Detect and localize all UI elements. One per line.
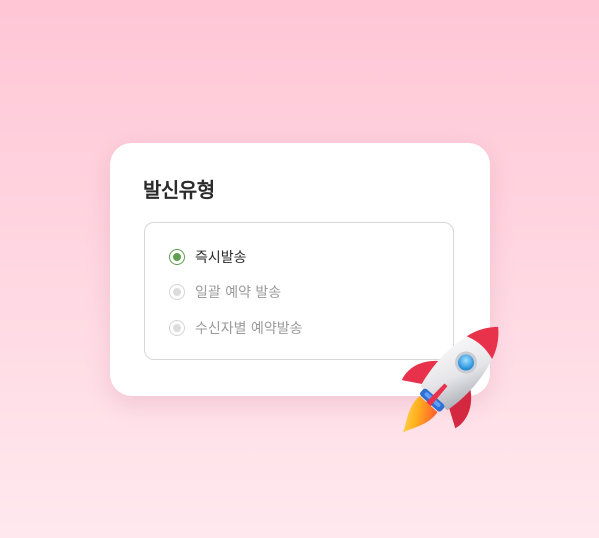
radio-label-immediate: 즉시발송: [195, 250, 247, 266]
radio-unchecked-icon[interactable]: [169, 320, 185, 336]
radio-option-per-recipient-scheduled[interactable]: 수신자별 예약발송: [169, 318, 303, 338]
radio-checked-icon[interactable]: [169, 249, 185, 265]
radio-option-immediate[interactable]: 즉시발송: [169, 247, 247, 267]
radio-unchecked-icon[interactable]: [169, 284, 185, 300]
radio-option-bulk-scheduled[interactable]: 일괄 예약 발송: [169, 282, 281, 302]
rocket-icon: [401, 326, 499, 433]
section-title: 발신유형: [143, 178, 215, 202]
radio-label-bulk-scheduled: 일괄 예약 발송: [195, 285, 282, 301]
radio-label-per-recipient-scheduled: 수신자별 예약발송: [195, 321, 303, 337]
